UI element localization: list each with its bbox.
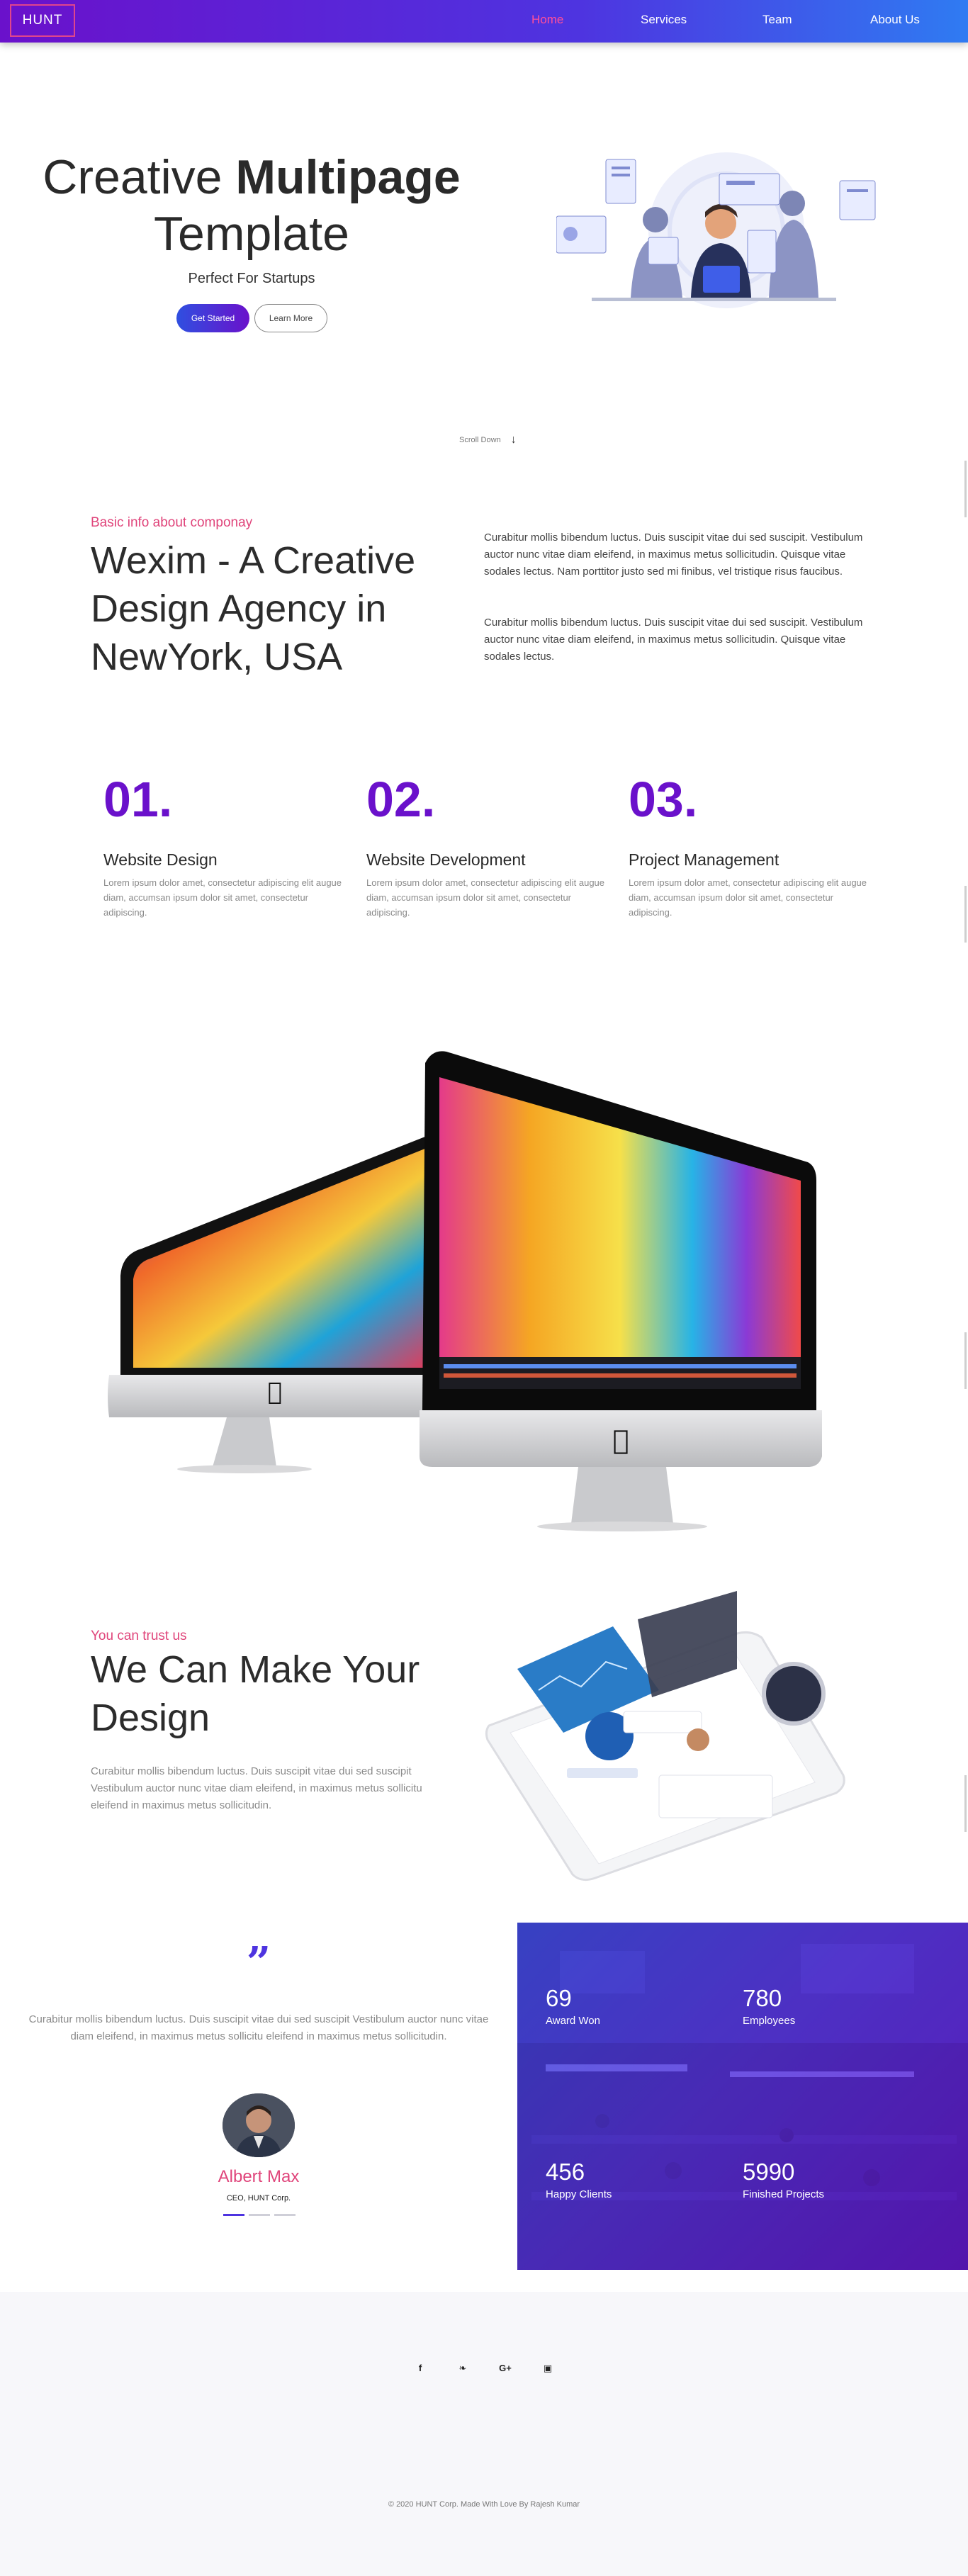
scroll-marker — [964, 1775, 967, 1832]
svg-text::  — [268, 1378, 282, 1406]
trust-title: We Can Make Your Design — [91, 1648, 420, 1739]
hero-team-illustration — [556, 152, 876, 308]
feature-description: Lorem ipsum dolor amet, consectetur adip… — [366, 877, 605, 918]
feature-description: Lorem ipsum dolor amet, consectetur adip… — [629, 877, 867, 918]
hero-title-light: Creative — [43, 150, 236, 204]
about-kicker: Basic info about componay — [91, 515, 253, 530]
stat-value: 456 — [546, 2159, 585, 2185]
trust-kicker: You can trust us — [91, 1629, 187, 1643]
navbar: HUNT Home Services Team About Us — [0, 0, 968, 43]
stat-happy-clients: 456 Happy Clients — [546, 2159, 612, 2200]
footer — [0, 2292, 968, 2576]
stat-value: 69 — [546, 1985, 572, 2011]
arrow-down-icon: ↓ — [510, 434, 517, 446]
feature-card: 02. Website Development Lorem ipsum dolo… — [366, 771, 607, 920]
feature-card: 03. Project Management Lorem ipsum dolor… — [629, 771, 869, 920]
get-started-button[interactable]: Get Started — [176, 304, 249, 332]
feature-number: 02. — [366, 772, 436, 827]
nav-link-services[interactable]: Services — [641, 13, 687, 27]
feature-title: Project Management — [629, 850, 780, 869]
imac-devices-image:   — [108, 1051, 822, 1531]
stat-label: Happy Clients — [546, 2188, 612, 2200]
trust-description: Curabitur mollis bibendum luctus. Duis s… — [91, 1765, 422, 1811]
stats-section: 69 Award Won 780 Employees 456 Happy Cli… — [517, 1923, 968, 2270]
brand-logo[interactable]: HUNT — [10, 4, 75, 37]
office-background-image — [517, 1923, 968, 2270]
stat-value: 5990 — [743, 2159, 795, 2185]
scroll-down[interactable]: Scroll Down ↓ — [459, 434, 517, 446]
feature-card: 01. Website Design Lorem ipsum dolor ame… — [103, 771, 344, 920]
about-title: Wexim - A Creative Design Agency in NewY… — [91, 539, 416, 678]
twitter-icon[interactable]: ❧ — [452, 2363, 473, 2377]
stat-finished-projects: 5990 Finished Projects — [743, 2159, 824, 2200]
feature-title: Website Development — [366, 850, 526, 869]
quote-icon: ” — [246, 1938, 271, 1988]
facebook-icon[interactable]: f — [410, 2363, 431, 2377]
stat-value: 780 — [743, 1985, 782, 2011]
hero-title: Creative Multipage Template — [21, 149, 482, 262]
phone-app-mockup-image — [485, 1591, 845, 1882]
pagination-dot[interactable] — [274, 2214, 296, 2216]
testimonial-name: Albert Max — [218, 2167, 300, 2186]
hero-subtitle: Perfect For Startups — [188, 271, 315, 286]
testimonial-role: CEO, HUNT Corp. — [226, 2194, 291, 2203]
avatar — [223, 2093, 295, 2157]
instagram-icon[interactable]: ▣ — [537, 2363, 558, 2377]
scroll-down-label: Scroll Down — [459, 436, 501, 444]
hero-title-bold: Multipage — [235, 150, 461, 204]
copyright: © 2020 HUNT Corp. Made With Love By Raje… — [388, 2500, 580, 2509]
stat-label: Award Won — [546, 2015, 600, 2027]
stat-employees: 780 Employees — [743, 1985, 795, 2027]
scroll-marker — [964, 886, 967, 943]
feature-title: Website Design — [103, 850, 218, 869]
nav-link-home[interactable]: Home — [531, 13, 563, 27]
testimonial-pagination — [223, 2214, 296, 2216]
scroll-marker — [964, 1332, 967, 1389]
nav-link-team[interactable]: Team — [762, 13, 792, 27]
feature-number: 03. — [629, 772, 698, 827]
svg-text::  — [613, 1424, 629, 1456]
learn-more-button[interactable]: Learn More — [254, 304, 327, 332]
feature-number: 01. — [103, 772, 173, 827]
scroll-marker — [964, 461, 967, 517]
stat-label: Finished Projects — [743, 2188, 825, 2200]
testimonial-text: Curabitur mollis bibendum luctus. Duis s… — [28, 2013, 489, 2042]
about-paragraph-2: Curabitur mollis bibendum luctus. Duis s… — [484, 617, 863, 663]
feature-description: Lorem ipsum dolor amet, consectetur adip… — [103, 877, 342, 918]
pagination-dot[interactable] — [249, 2214, 270, 2216]
stat-label: Employees — [743, 2015, 796, 2027]
about-paragraph-1: Curabitur mollis bibendum luctus. Duis s… — [484, 531, 863, 578]
nav-link-about-us[interactable]: About Us — [870, 13, 920, 27]
google-plus-icon[interactable]: G+ — [495, 2363, 516, 2377]
pagination-dot[interactable] — [223, 2214, 244, 2216]
hero-title-line2: Template — [154, 207, 349, 261]
stat-awards: 69 Award Won — [546, 1985, 600, 2027]
